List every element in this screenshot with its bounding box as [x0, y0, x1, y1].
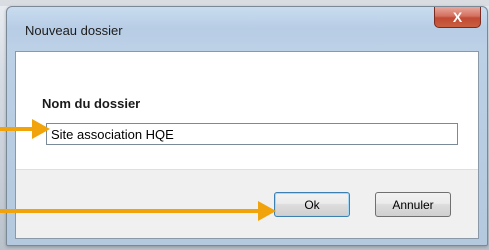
- arrow-right-icon: [0, 119, 50, 139]
- annotation-arrows: [0, 119, 276, 221]
- arrow-right-icon: [0, 201, 276, 221]
